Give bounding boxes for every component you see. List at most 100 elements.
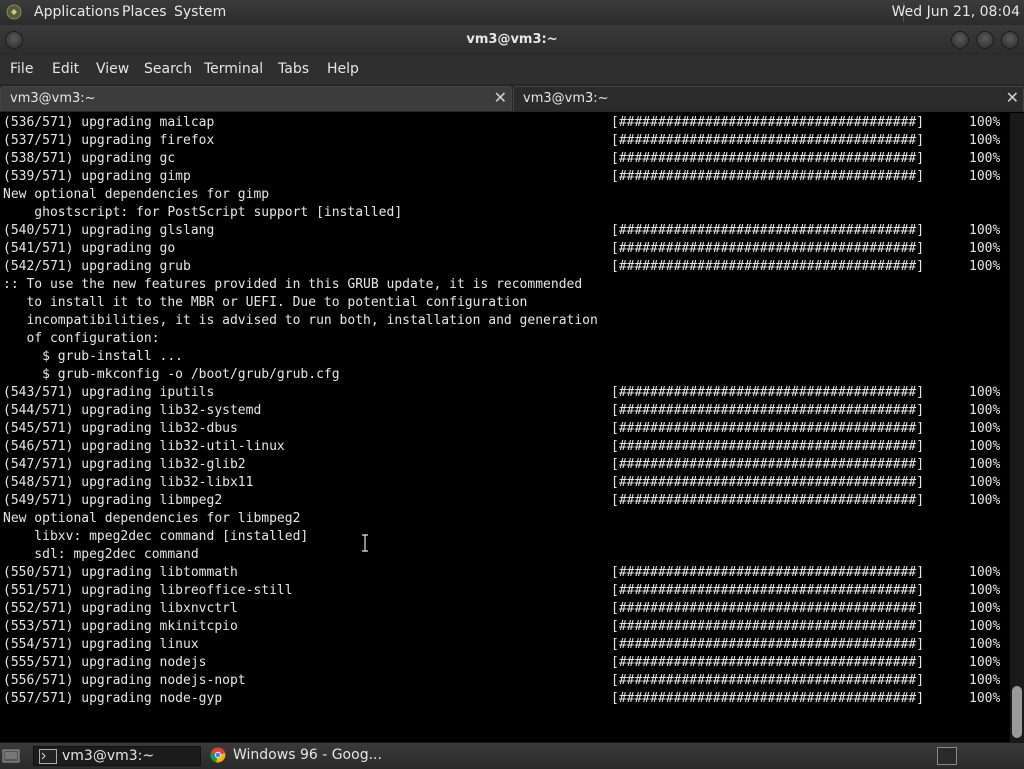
progress-percent: 100% [969, 655, 1001, 670]
progress-percent: 100% [969, 565, 1001, 580]
progress-bar-text: [######################################] [611, 223, 925, 238]
terminal-line-text: (536/571) upgrading mailcap [3, 115, 215, 130]
progress-percent: 100% [969, 169, 1001, 184]
window-titlebar[interactable]: vm3@vm3:~ [0, 25, 1024, 55]
tab-bar: vm3@vm3:~ ✕ vm3@vm3:~ ✕ [0, 84, 1024, 112]
tab-terminal-1[interactable]: vm3@vm3:~ ✕ [0, 86, 512, 111]
progress-bar-text: [######################################] [611, 475, 925, 490]
terminal-line-text: incompatibilities, it is advised to run … [3, 313, 598, 328]
terminal-line-text: (550/571) upgrading libtommath [3, 565, 238, 580]
progress-bar-text: [######################################] [611, 403, 925, 418]
progress-percent: 100% [969, 475, 1001, 490]
taskbar-item-terminal[interactable]: vm3@vm3:~ [33, 746, 201, 766]
progress-percent: 100% [969, 493, 1001, 508]
progress-percent: 100% [969, 691, 1001, 706]
tab-label: vm3@vm3:~ [10, 91, 96, 106]
progress-bar-text: [######################################] [611, 583, 925, 598]
terminal-line-text: of configuration: [3, 331, 160, 346]
terminal-line-text: (540/571) upgrading glslang [3, 223, 215, 238]
terminal-icon [39, 749, 57, 764]
menu-system[interactable]: System [174, 4, 226, 20]
terminal-line-text: New optional dependencies for gimp [3, 187, 270, 202]
ibeam-cursor-icon [362, 534, 368, 552]
progress-bar-text: [######################################] [611, 673, 925, 688]
chrome-icon [210, 747, 226, 763]
terminal-line-text: (546/571) upgrading lib32-util-linux [3, 439, 285, 454]
progress-percent: 100% [969, 223, 1001, 238]
progress-percent: 100% [969, 673, 1001, 688]
progress-percent: 100% [969, 637, 1001, 652]
progress-percent: 100% [969, 619, 1001, 634]
progress-percent: 100% [969, 133, 1001, 148]
progress-bar-text: [######################################] [611, 169, 925, 184]
progress-bar-text: [######################################] [611, 601, 925, 616]
clock[interactable]: Wed Jun 21, 08:04 [892, 4, 1020, 20]
close-tab-icon[interactable]: ✕ [494, 88, 507, 107]
progress-percent: 100% [969, 439, 1001, 454]
terminal-line-text: :: To use the new features provided in t… [3, 277, 583, 292]
progress-percent: 100% [969, 259, 1001, 274]
terminal-line-text: (545/571) upgrading lib32-dbus [3, 421, 238, 436]
workspace-switcher[interactable] [937, 747, 957, 765]
terminal-output[interactable]: (536/571) upgrading mailcap [############… [0, 113, 1010, 742]
progress-percent: 100% [969, 151, 1001, 166]
progress-percent: 100% [969, 241, 1001, 256]
close-tab-icon[interactable]: ✕ [1006, 88, 1019, 107]
terminal-line-text: $ grub-mkconfig -o /boot/grub/grub.cfg [3, 367, 340, 382]
progress-bar-text: [######################################] [611, 241, 925, 256]
terminal-line-text: (543/571) upgrading iputils [3, 385, 215, 400]
top-panel: Applications Places System Wed Jun 21, 0… [0, 0, 1024, 26]
terminal-line-text: libxv: mpeg2dec command [installed] [3, 529, 309, 544]
maximize-button[interactable] [976, 31, 994, 49]
terminal-line-text: (542/571) upgrading grub [3, 259, 191, 274]
bottom-taskbar: vm3@vm3:~ Windows 96 - Goog... [0, 742, 1024, 769]
progress-bar-text: [######################################] [611, 493, 925, 508]
show-desktop-icon[interactable] [2, 748, 20, 764]
terminal-line-text: (548/571) upgrading lib32-libx11 [3, 475, 254, 490]
progress-percent: 100% [969, 115, 1001, 130]
terminal-line-text: (549/571) upgrading libmpeg2 [3, 493, 223, 508]
menu-search[interactable]: Search [144, 61, 192, 77]
terminal-line-text: (553/571) upgrading mkinitcpio [3, 619, 238, 634]
close-button[interactable] [1001, 31, 1019, 49]
progress-percent: 100% [969, 403, 1001, 418]
menubar: File Edit View Search Terminal Tabs Help [0, 55, 1024, 84]
menu-terminal[interactable]: Terminal [204, 61, 263, 77]
progress-bar-text: [######################################] [611, 421, 925, 436]
taskbar-item-chrome[interactable]: Windows 96 - Goog... [205, 746, 405, 766]
minimize-button[interactable] [951, 31, 969, 49]
tab-label: vm3@vm3:~ [523, 91, 609, 106]
terminal-line-text: (539/571) upgrading gimp [3, 169, 191, 184]
terminal-line-text: $ grub-install ... [3, 349, 184, 364]
progress-bar-text: [######################################] [611, 133, 925, 148]
progress-bar-text: [######################################] [611, 385, 925, 400]
tab-terminal-2[interactable]: vm3@vm3:~ ✕ [513, 86, 1024, 111]
terminal-scrollbar[interactable] [1010, 113, 1024, 742]
progress-bar-text: [######################################] [611, 655, 925, 670]
menu-view[interactable]: View [96, 61, 129, 77]
terminal-line-text: (556/571) upgrading nodejs-nopt [3, 673, 246, 688]
terminal-line-text: (538/571) upgrading gc [3, 151, 176, 166]
window-title: vm3@vm3:~ [466, 32, 558, 47]
gnome-foot-icon[interactable] [6, 4, 22, 20]
progress-bar-text: [######################################] [611, 691, 925, 706]
progress-bar-text: [######################################] [611, 619, 925, 634]
menu-file[interactable]: File [10, 61, 33, 77]
taskbar-item-label: Windows 96 - Goog... [233, 747, 382, 763]
terminal-line-text: (555/571) upgrading nodejs [3, 655, 207, 670]
progress-percent: 100% [969, 385, 1001, 400]
progress-bar-text: [######################################] [611, 565, 925, 580]
scrollbar-thumb[interactable] [1012, 686, 1022, 738]
terminal-line-text: (547/571) upgrading lib32-glib2 [3, 457, 246, 472]
progress-bar-text: [######################################] [611, 151, 925, 166]
terminal-line-text: (541/571) upgrading go [3, 241, 176, 256]
terminal-line-text: sdl: mpeg2dec command [3, 547, 199, 562]
progress-bar-text: [######################################] [611, 439, 925, 454]
menu-places[interactable]: Places [122, 4, 167, 20]
menu-edit[interactable]: Edit [52, 61, 79, 77]
menu-help[interactable]: Help [327, 61, 359, 77]
menu-tabs[interactable]: Tabs [278, 61, 309, 77]
terminal-line-text: New optional dependencies for libmpeg2 [3, 511, 301, 526]
progress-percent: 100% [969, 583, 1001, 598]
menu-applications[interactable]: Applications [34, 4, 120, 20]
